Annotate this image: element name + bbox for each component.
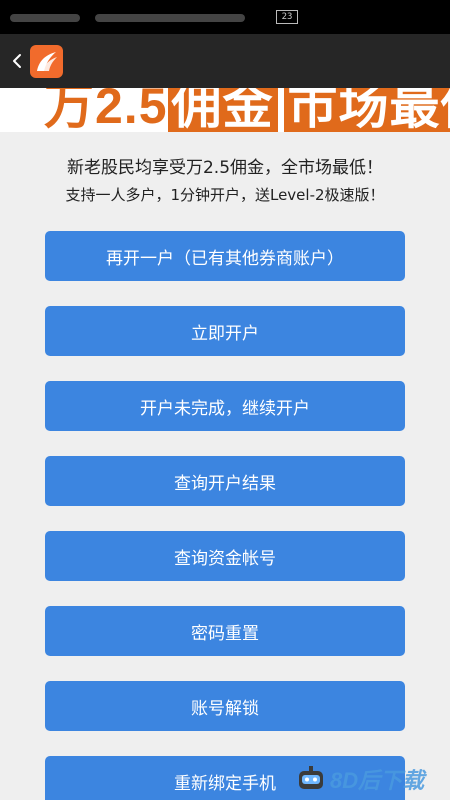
intro-line2: 支持一人多户，1分钟开户，送Level-2极速版！ [65,186,385,204]
intro-text: 新老股民均享受万2.5佣金，全市场最低！ 支持一人多户，1分钟开户，送Level… [0,154,450,208]
back-button[interactable] [6,46,30,76]
watermark: 8D后下载 [296,764,424,794]
status-bar: 23 [0,0,450,34]
watermark-text: 8D后下载 [330,768,425,793]
banner-part2: 佣金 [167,88,278,132]
unlock-account-button[interactable]: 账号解锁 [45,681,405,731]
banner-part3: 市场最低 [283,88,450,132]
status-scribble [95,14,245,22]
intro-line1: 新老股民均享受万2.5佣金，全市场最低！ [66,158,384,178]
open-account-now-button[interactable]: 立即开户 [45,306,405,356]
open-another-account-button[interactable]: 再开一户（已有其他券商账户） [45,231,405,281]
chevron-left-icon [13,54,21,68]
query-result-button[interactable]: 查询开户结果 [45,456,405,506]
reset-password-button[interactable]: 密码重置 [45,606,405,656]
status-badge: 23 [276,10,298,24]
promo-banner: 万2.5佣金市场最低 [0,88,450,132]
continue-opening-button[interactable]: 开户未完成，继续开户 [45,381,405,431]
app-bar [0,34,450,88]
query-fund-account-button[interactable]: 查询资金帐号 [45,531,405,581]
status-scribble [10,14,80,22]
banner-text: 万2.5佣金市场最低 [44,88,450,132]
banner-part1: 万2.5 [44,88,168,132]
robot-icon [299,766,323,789]
app-logo-icon [30,45,63,78]
